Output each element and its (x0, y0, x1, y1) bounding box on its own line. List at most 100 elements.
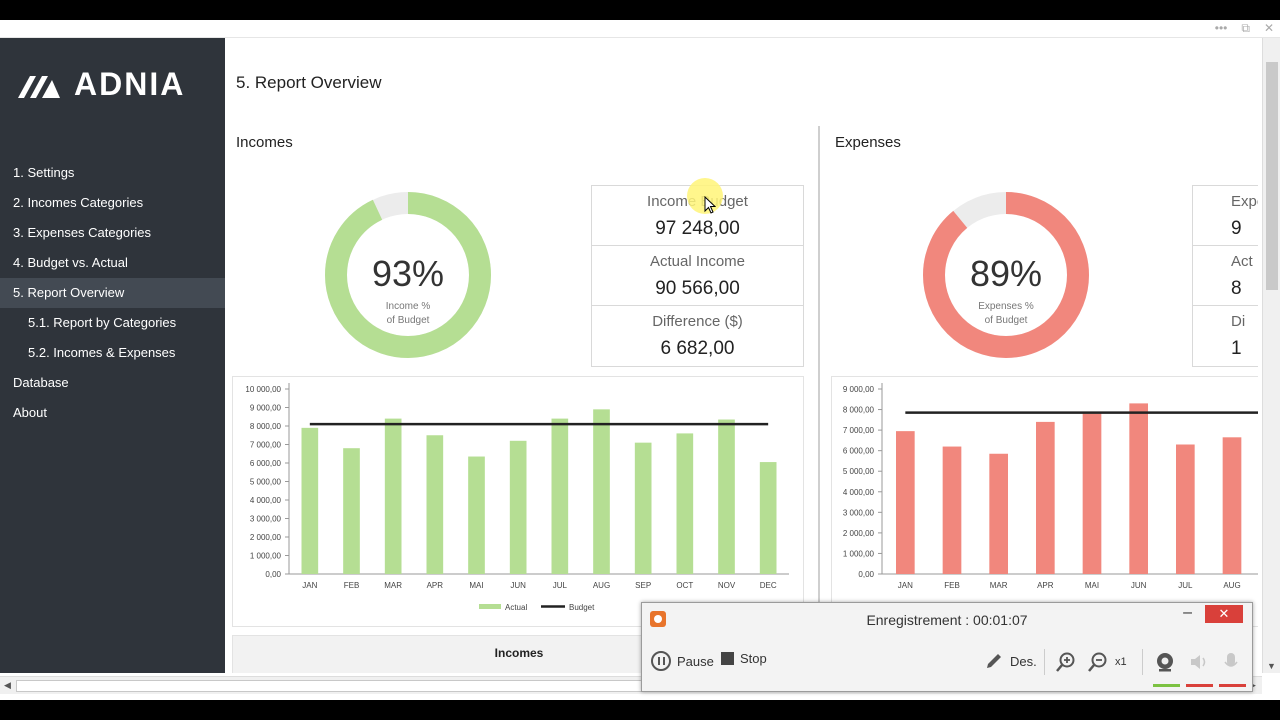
stop-icon (721, 652, 734, 665)
expenses-section-title: Expenses (835, 134, 901, 151)
kpi-actual-income: Actual Income 90 566,00 (592, 246, 803, 306)
y-tick-label: 4 000,00 (250, 496, 282, 505)
x-tick-label: MAR (384, 581, 402, 590)
vertical-scrollbar[interactable]: ▼ (1262, 38, 1280, 673)
sidebar-nav: 1. Settings 2. Incomes Categories 3. Expen… (0, 158, 225, 428)
speaker-icon (1191, 655, 1206, 669)
sidebar-item[interactable]: 2. Incomes Categories (0, 188, 225, 218)
expenses-gauge-label-2: of Budget (985, 315, 1028, 326)
y-tick-label: 6 000,00 (250, 459, 282, 468)
y-tick-label: 1 000,00 (250, 552, 282, 561)
income-gauge-percent: 93% (372, 253, 444, 294)
logo-text: ADNIA (74, 66, 186, 102)
separator (1044, 649, 1045, 675)
bar-jul (1176, 444, 1195, 574)
x-tick-label: JUL (1178, 581, 1193, 590)
minimize-icon[interactable]: – (1183, 604, 1192, 622)
top-black-bar (0, 0, 1280, 20)
recorder-titlebar[interactable]: Enregistrement : 00:01:07 – ✕ (642, 603, 1252, 637)
microphone-button[interactable] (1222, 651, 1240, 673)
sidebar-item[interactable]: 1. Settings (0, 158, 225, 188)
pause-label: Pause (677, 653, 714, 669)
y-tick-label: 8 000,00 (843, 406, 875, 415)
mouse-pointer-icon (704, 196, 716, 214)
bar-nov (718, 419, 735, 574)
bar-feb (942, 446, 962, 574)
expenses-kpi-panel: Expe 9 Act 8 Di 1 (1192, 185, 1258, 367)
bar-feb (343, 448, 360, 574)
bar-mar (384, 418, 402, 574)
y-tick-label: 5 000,00 (843, 467, 875, 476)
legend-swatch-actual (479, 604, 501, 609)
sidebar-item[interactable]: 5.2. Incomes & Expenses (0, 338, 225, 368)
recording-toolbar: Enregistrement : 00:01:07 – ✕ Pause Stop… (641, 602, 1253, 692)
window-controls: ••• ⧉ ✕ (1215, 21, 1274, 36)
x-tick-label: JUL (553, 581, 568, 590)
y-tick-label: 1 000,00 (843, 549, 875, 558)
x-tick-label: FEB (944, 581, 960, 590)
sidebar-item[interactable]: Database (0, 368, 225, 398)
y-tick-label: 4 000,00 (843, 488, 875, 497)
main-content: 5. Report Overview Incomes Expenses 93% … (225, 38, 1258, 673)
y-tick-label: 7 000,00 (843, 426, 875, 435)
separator (1142, 649, 1143, 675)
sidebar-item[interactable]: 4. Budget vs. Actual (0, 248, 225, 278)
pause-button[interactable]: Pause (651, 651, 714, 671)
y-tick-label: 5 000,00 (250, 478, 282, 487)
stop-label: Stop (740, 651, 767, 666)
bar-jun (509, 440, 527, 574)
restore-icon[interactable]: ⧉ (1241, 21, 1250, 36)
sidebar-item[interactable]: 5.1. Report by Categories (0, 308, 225, 338)
adnia-logo-icon (18, 75, 60, 98)
kpi-value: 8 (1231, 278, 1242, 299)
x-tick-label: APR (427, 581, 444, 590)
kpi-label: Act (1231, 253, 1253, 270)
x-tick-label: MAI (1085, 581, 1099, 590)
bar-jan (301, 427, 319, 574)
webcam-icon (1157, 653, 1173, 672)
expenses-chart-box: 0,00 1 000,00 2 000,00 3 000,00 4 000,00 5 00… (831, 376, 1258, 627)
recorder-close-button[interactable]: ✕ (1205, 605, 1243, 623)
kpi-label: Di (1231, 313, 1246, 330)
webcam-button[interactable] (1154, 651, 1176, 673)
income-gauge-label-2: of Budget (387, 315, 430, 326)
stop-button[interactable]: Stop (721, 651, 767, 666)
speaker-button[interactable] (1188, 651, 1210, 673)
page-title: 5. Report Overview (236, 73, 382, 92)
y-tick-label: 0,00 (265, 570, 281, 579)
speaker-status-bar (1186, 684, 1213, 687)
income-gauge: 93% Income % of Budget (325, 192, 491, 358)
microphone-icon (1224, 653, 1238, 667)
zoom-out-icon (1088, 652, 1107, 672)
scroll-down-icon[interactable]: ▼ (1267, 661, 1276, 671)
bar-aug (1222, 437, 1242, 574)
expenses-gauge-percent: 89% (970, 253, 1042, 294)
sidebar-item[interactable]: 3. Expenses Categories (0, 218, 225, 248)
bar-mai (468, 456, 485, 574)
kpi-value: 9 (1231, 218, 1242, 239)
kpi-label: Expe (1231, 193, 1258, 210)
vertical-scroll-thumb[interactable] (1266, 62, 1278, 290)
kpi-value: 6 682,00 (660, 338, 735, 359)
zoom-in-button[interactable] (1055, 651, 1077, 673)
draw-label: Des. (1010, 653, 1037, 669)
expenses-gauge-label-1: Expenses % (978, 301, 1034, 312)
close-icon[interactable]: ✕ (1264, 21, 1274, 36)
zoom-out-button[interactable]: x1 (1087, 651, 1127, 673)
kpi-actual-expenses: Act 8 (1193, 246, 1258, 306)
x-tick-label: SEP (635, 581, 651, 590)
kpi-difference: Difference ($) 6 682,00 (592, 306, 803, 366)
more-icon[interactable]: ••• (1215, 21, 1228, 36)
kpi-value: 1 (1231, 338, 1242, 359)
y-tick-label: 0,00 (858, 570, 874, 579)
bar-aug (593, 409, 610, 574)
logo: ADNIA (16, 66, 185, 103)
kpi-expenses-difference: Di 1 (1193, 306, 1258, 366)
scroll-left-icon[interactable]: ◀ (4, 680, 11, 691)
window-title-strip: ••• ⧉ ✕ (0, 20, 1280, 38)
sidebar-item[interactable]: About (0, 398, 225, 428)
draw-button[interactable]: Des. (984, 651, 1037, 671)
x-tick-label: APR (1037, 581, 1054, 590)
income-chart-box: 0,00 1 000,00 2 000,00 3 000,00 4 000,00 5 00… (232, 376, 804, 627)
sidebar-item[interactable]: 5. Report Overview (0, 278, 225, 308)
